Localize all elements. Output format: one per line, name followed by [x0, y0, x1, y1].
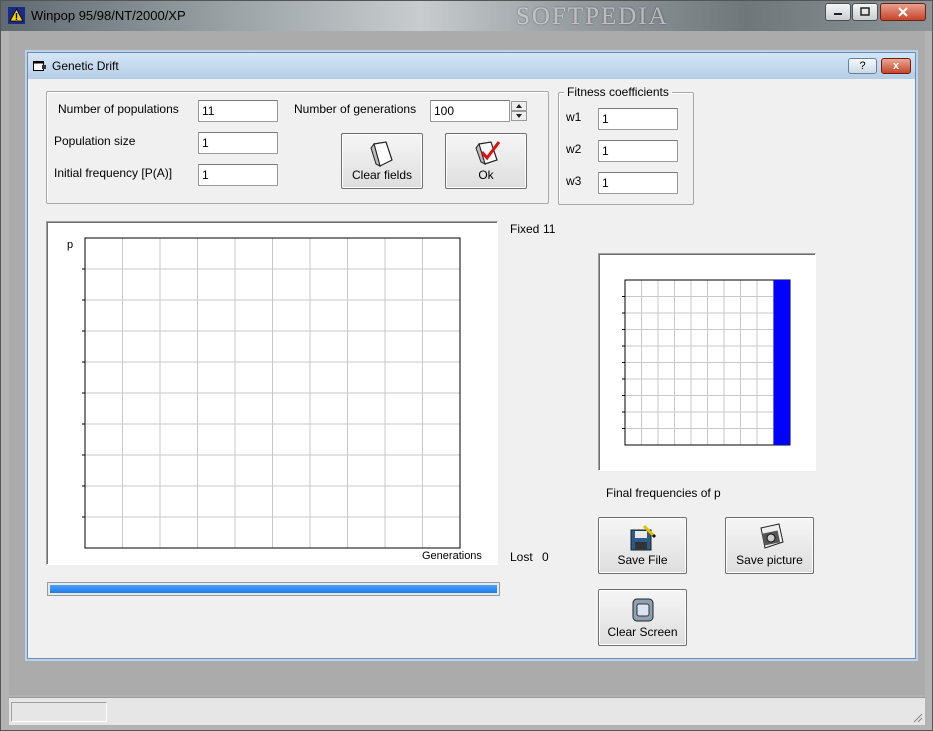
fixed-label: Fixed — [510, 222, 540, 236]
final-frequency-panel — [598, 253, 816, 471]
generations-label: Number of generations — [294, 102, 417, 116]
final-frequency-grid — [622, 279, 791, 446]
camera-icon — [760, 523, 784, 549]
progress-bar — [47, 582, 500, 596]
app-title: Winpop 95/98/NT/2000/XP — [31, 8, 186, 23]
generations-spin-up[interactable] — [511, 101, 527, 111]
dialog-titlebar[interactable]: Genetic Drift ? x — [28, 53, 915, 79]
fitness-legend: Fitness coefficients — [564, 85, 672, 99]
dialog-close-button[interactable]: x — [881, 58, 911, 74]
final-frequency-caption: Final frequencies of p — [606, 486, 721, 500]
maximize-icon — [860, 7, 870, 16]
maximize-button[interactable] — [852, 3, 878, 21]
populations-label: Number of populations — [58, 102, 179, 116]
app-titlebar[interactable]: Winpop 95/98/NT/2000/XP SOFTPEDIA — [1, 1, 932, 31]
fixed-value: 11 — [543, 222, 556, 236]
close-icon — [898, 7, 908, 17]
clear-page-icon — [370, 141, 393, 167]
minimize-icon — [834, 13, 842, 15]
dialog-window-icon — [33, 61, 46, 71]
generations-spin-down[interactable] — [511, 111, 527, 121]
help-button[interactable]: ? — [848, 58, 877, 74]
clear-fields-button[interactable]: Clear fields — [341, 133, 423, 189]
app-warning-icon — [8, 7, 25, 24]
watermark-text: SOFTPEDIA — [516, 3, 669, 30]
lost-label: Lost — [510, 550, 533, 564]
initial-frequency-label: Initial frequency [P(A)] — [54, 166, 173, 180]
drift-chart-panel: p Generations — [46, 221, 498, 565]
w2-input[interactable]: 1 — [598, 140, 678, 162]
clear-screen-label: Clear Screen — [607, 625, 678, 639]
close-button[interactable] — [880, 3, 926, 21]
monitor-clear-icon — [632, 598, 654, 622]
progress-fill — [50, 585, 497, 593]
clear-screen-button[interactable]: Clear Screen — [598, 589, 687, 646]
ok-button[interactable]: Ok — [445, 133, 527, 189]
save-picture-label: Save picture — [736, 553, 803, 567]
population-size-input[interactable]: 1 — [198, 132, 278, 154]
status-bar — [9, 697, 925, 725]
w3-input[interactable]: 1 — [598, 172, 678, 194]
final-frequency-bars — [773, 280, 790, 445]
save-file-label: Save File — [617, 553, 668, 567]
clear-fields-label: Clear fields — [351, 168, 413, 182]
final-frequency-chart — [622, 279, 791, 446]
populations-input[interactable]: 11 — [198, 100, 278, 122]
w1-input[interactable]: 1 — [598, 108, 678, 130]
drift-y-axis-label: p — [67, 239, 73, 251]
generations-input[interactable]: 100 — [430, 100, 510, 122]
freq-bar — [773, 280, 790, 445]
arrow-down-icon — [516, 114, 522, 118]
drift-chart: p Generations — [67, 237, 482, 562]
drift-x-axis-label: Generations — [422, 550, 482, 562]
drift-grid — [82, 237, 461, 549]
population-size-label: Population size — [54, 134, 136, 148]
arrow-up-icon — [516, 104, 522, 108]
resize-grip-icon[interactable] — [911, 711, 923, 723]
minimize-button[interactable] — [825, 3, 851, 21]
save-file-button[interactable]: Save File — [598, 517, 687, 574]
lost-value: 0 — [542, 550, 549, 564]
w1-label: w1 — [566, 110, 582, 124]
floppy-disk-icon — [630, 524, 657, 551]
ok-label: Ok — [478, 168, 494, 182]
save-picture-button[interactable]: Save picture — [725, 517, 814, 574]
dialog-title: Genetic Drift — [52, 59, 119, 73]
w2-label: w2 — [566, 142, 582, 156]
checkmark-icon — [475, 141, 501, 165]
initial-frequency-input[interactable]: 1 — [198, 164, 278, 186]
status-pane — [11, 702, 107, 722]
w3-label: w3 — [566, 174, 582, 188]
